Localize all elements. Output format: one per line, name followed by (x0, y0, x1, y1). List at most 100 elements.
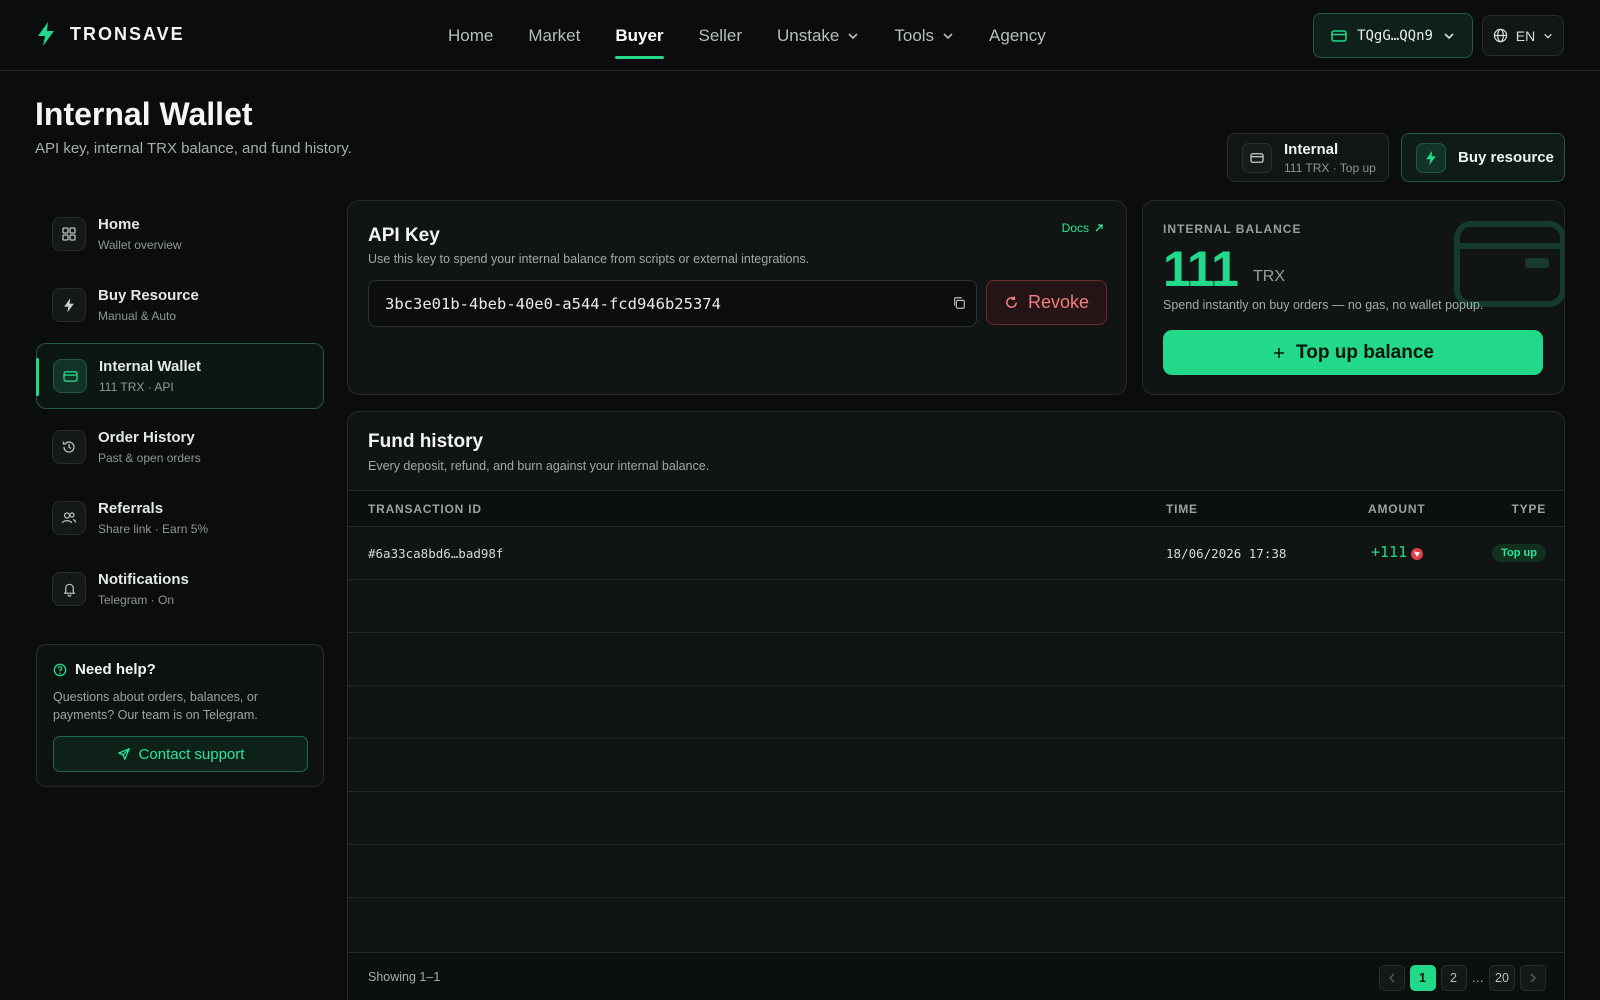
internal-chip-sub: 111 TRX · Top up (1284, 160, 1376, 175)
wallet-icon (1242, 142, 1272, 173)
arrow-up-right-icon (1094, 223, 1104, 233)
page-button[interactable]: 20 (1489, 965, 1515, 991)
page-ellipsis: … (1471, 971, 1485, 985)
chevron-down-icon (942, 30, 954, 42)
buy-resource-button[interactable]: Buy resource (1401, 133, 1565, 182)
nav-seller[interactable]: Seller (699, 0, 742, 71)
empty-row (348, 898, 1564, 951)
sidebar-item-sub: Share link · Earn 5% (98, 522, 209, 536)
help-card: Need help? Questions about orders, balan… (36, 644, 324, 787)
column-transaction-id: TRANSACTION ID (368, 502, 482, 516)
sidebar-item-sub: Wallet overview (98, 238, 182, 252)
sidebar-item-sub: Telegram · On (98, 593, 175, 607)
page-title: Internal Wallet (35, 96, 253, 132)
api-key-value: 3bc3e01b-4beb-40e0-a544-fcd946b25374 (385, 294, 721, 313)
next-page-button[interactable] (1520, 965, 1546, 991)
empty-row (348, 686, 1564, 739)
wallet-address: TQgG…QQn9 (1357, 27, 1433, 44)
sidebar-item-title: Internal Wallet (99, 358, 201, 375)
chevron-down-icon (847, 30, 859, 42)
language-selector[interactable]: EN (1482, 15, 1564, 56)
sidebar-item-sub: Manual & Auto (98, 309, 177, 323)
brand[interactable]: TRONSAVE (36, 22, 185, 46)
page-button[interactable]: 2 (1440, 965, 1467, 991)
copy-icon[interactable] (952, 296, 966, 310)
transaction-id: #6a33ca8bd6…bad98f (368, 546, 504, 561)
language-label: EN (1515, 27, 1536, 44)
docs-link[interactable]: Docs (1062, 221, 1104, 235)
nav-tools[interactable]: Tools (894, 0, 954, 71)
wallet-icon (1331, 29, 1347, 43)
sidebar-item-referrals[interactable]: Referrals Share link · Earn 5% (36, 485, 324, 551)
sidebar-item-order-history[interactable]: Order History Past & open orders (36, 414, 324, 480)
api-key-field[interactable]: 3bc3e01b-4beb-40e0-a544-fcd946b25374 (368, 280, 977, 327)
prev-page-button[interactable] (1378, 965, 1405, 991)
chevron-down-icon (1443, 30, 1455, 42)
wallet-address-button[interactable]: TQgG…QQn9 (1313, 13, 1473, 58)
sidebar-item-title: Home (98, 216, 140, 233)
sidebar-item-sub: 111 TRX · API (99, 380, 174, 394)
table-header: TRANSACTION ID TIME AMOUNT TYPE (348, 490, 1564, 527)
bolt-logo-icon (36, 22, 56, 46)
empty-row (348, 845, 1564, 898)
nav-buyer[interactable]: Buyer (615, 0, 664, 71)
docs-label: Docs (1061, 221, 1089, 235)
page-button[interactable]: 1 (1409, 965, 1436, 991)
sidebar-item-sub: Past & open orders (98, 451, 201, 465)
nav-agency-label: Agency (989, 25, 1046, 45)
sidebar-item-home[interactable]: Home Wallet overview (36, 201, 324, 267)
top-navbar: TRONSAVE Home Market Buyer Seller Unstak… (0, 0, 1600, 71)
bell-icon (52, 572, 86, 606)
column-time: TIME (1166, 502, 1198, 516)
internal-balance-chip[interactable]: Internal 111 TRX · Top up (1227, 133, 1389, 182)
top-up-label: Top up balance (1296, 341, 1434, 363)
sidebar-item-title: Buy Resource (98, 287, 199, 304)
page-subtitle: API key, internal TRX balance, and fund … (35, 140, 352, 157)
sidebar-item-title: Notifications (98, 571, 189, 588)
api-key-subtitle: Use this key to spend your internal bala… (368, 252, 810, 266)
send-icon (117, 747, 131, 761)
transaction-time: 18/06/2026 17:38 (1166, 546, 1287, 561)
history-icon (52, 430, 86, 464)
table-footer: Showing 1–1 1 2 … 20 (348, 952, 1564, 1000)
main-nav: Home Market Buyer Seller Unstake Tools A… (448, 0, 1081, 71)
sidebar-item-title: Referrals (98, 500, 164, 517)
nav-market[interactable]: Market (528, 0, 580, 71)
sidebar-item-title: Order History (98, 429, 195, 446)
contact-support-label: Contact support (138, 745, 245, 763)
balance-label: INTERNAL BALANCE (1163, 222, 1302, 236)
balance-value: 111 (1163, 241, 1239, 297)
sidebar-item-notifications[interactable]: Notifications Telegram · On (36, 556, 324, 622)
bolt-icon (1416, 142, 1446, 173)
chevron-down-icon (1543, 31, 1553, 41)
column-amount: AMOUNT (1368, 502, 1426, 516)
api-key-title: API Key (368, 225, 440, 246)
brand-name: TRONSAVE (70, 23, 185, 44)
nav-tools-label: Tools (894, 25, 935, 45)
balance-unit: TRX (1253, 268, 1285, 285)
refresh-icon (1004, 295, 1019, 310)
showing-count: Showing 1–1 (368, 970, 441, 984)
contact-support-button[interactable]: Contact support (53, 736, 308, 772)
top-up-balance-button[interactable]: Top up balance (1163, 330, 1543, 375)
grid-icon (52, 217, 86, 251)
buy-resource-label: Buy resource (1458, 149, 1554, 166)
sidebar-item-internal-wallet[interactable]: Internal Wallet 111 TRX · API (36, 343, 324, 409)
users-icon (52, 501, 86, 535)
nav-unstake[interactable]: Unstake (777, 0, 859, 71)
amount-value: +111 (1371, 543, 1408, 561)
nav-home[interactable]: Home (448, 0, 493, 71)
nav-agency[interactable]: Agency (989, 0, 1046, 71)
bolt-icon (52, 288, 86, 322)
sidebar-item-buy-resource[interactable]: Buy Resource Manual & Auto (36, 272, 324, 338)
help-text: Questions about orders, balances, or pay… (53, 690, 258, 722)
table-row[interactable]: #6a33ca8bd6…bad98f 18/06/2026 17:38 +111… (348, 527, 1564, 580)
help-title: Need help? (75, 661, 156, 678)
revoke-button[interactable]: Revoke (986, 280, 1107, 325)
tron-coin-icon (1411, 548, 1424, 560)
help-circle-icon (53, 663, 67, 677)
wallet-watermark-icon (1453, 218, 1564, 310)
globe-icon (1493, 28, 1508, 43)
nav-home-label: Home (448, 25, 494, 45)
nav-market-label: Market (528, 25, 581, 45)
